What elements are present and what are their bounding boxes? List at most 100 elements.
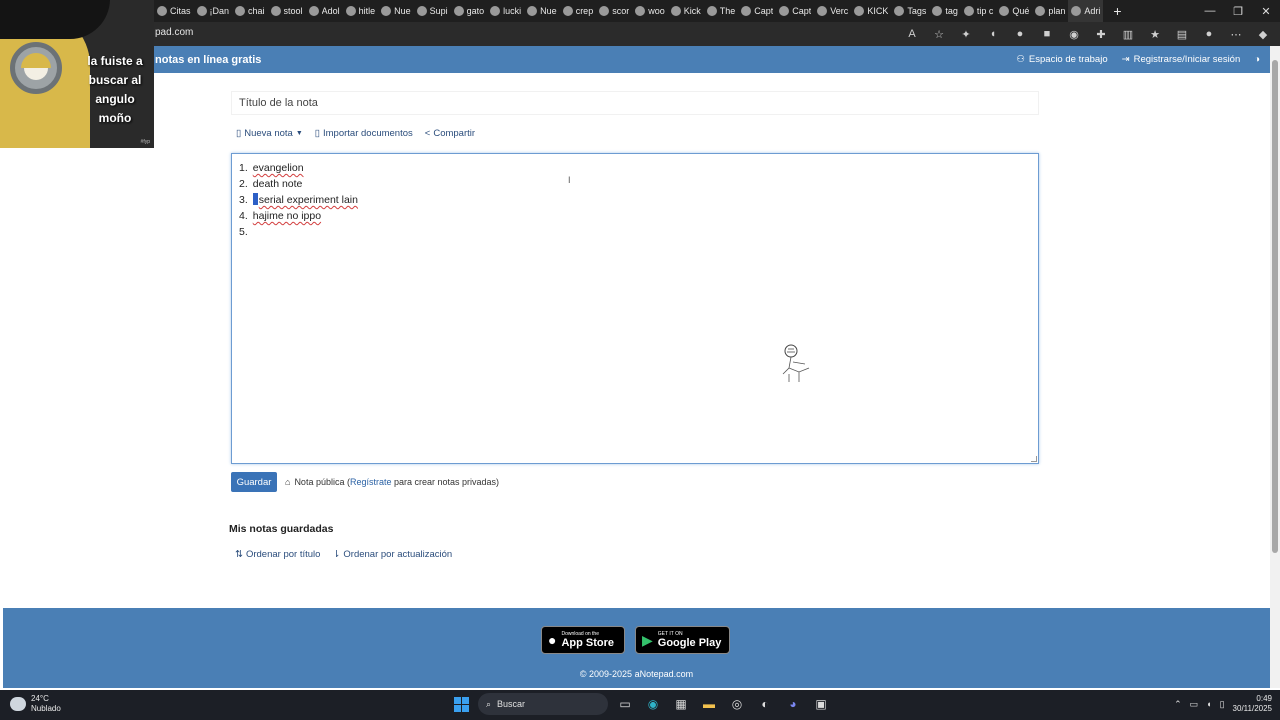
more-menu-icon[interactable]: ⋯ xyxy=(1227,25,1245,43)
browser-tab[interactable]: The xyxy=(704,0,739,22)
close-window-button[interactable]: ✕ xyxy=(1252,0,1280,22)
extension-icon[interactable]: ◉ xyxy=(1065,25,1083,43)
browser-tab[interactable]: Nue xyxy=(378,0,414,22)
browser-tab[interactable]: Capt xyxy=(738,0,776,22)
workspace-link[interactable]: ⚇ Espacio de trabajo xyxy=(1016,54,1107,65)
new-tab-button[interactable]: + xyxy=(1113,3,1121,19)
extension-icon[interactable]: ✦ xyxy=(957,25,975,43)
start-button[interactable] xyxy=(450,693,472,715)
url-field[interactable]: pad.com xyxy=(155,27,193,38)
extensions-puzzle-icon[interactable]: ✚ xyxy=(1092,25,1110,43)
task-view-icon[interactable]: ▭ xyxy=(614,693,636,715)
profile-avatar-icon[interactable]: ● xyxy=(1200,25,1218,43)
saved-notes-title: Mis notas guardadas xyxy=(229,523,334,535)
battery-icon[interactable]: ▯ xyxy=(1220,699,1225,710)
weather-widget[interactable]: 24°C Nublado xyxy=(10,694,61,714)
tab-favicon-icon xyxy=(854,6,865,16)
caret-down-icon: ▼ xyxy=(295,130,303,137)
browser-tab[interactable]: hitle xyxy=(343,0,379,22)
browser-tab[interactable]: Adol xyxy=(306,0,343,22)
copilot-icon[interactable]: ◆ xyxy=(1254,25,1272,43)
browser-tab[interactable]: Qué xyxy=(996,0,1032,22)
tab-label: woo xyxy=(648,6,665,16)
note-line: 1. evangelion xyxy=(239,160,358,176)
browser-tab[interactable]: Supi xyxy=(414,0,451,22)
site-footer: ● Download on the App Store ▶ GET IT ON Go… xyxy=(3,608,1270,688)
tab-favicon-icon xyxy=(562,6,573,16)
browser-tab[interactable]: Kick xyxy=(668,0,704,22)
share-icon: < xyxy=(424,128,431,139)
import-documents-button[interactable]: ▯ Importar documentos xyxy=(315,128,413,139)
terminal-app-icon[interactable]: ▣ xyxy=(810,693,832,715)
extension-icon[interactable]: ● xyxy=(1011,25,1029,43)
volume-icon[interactable]: ◖ xyxy=(1206,699,1211,709)
tab-favicon-icon xyxy=(779,6,790,16)
taskbar-search[interactable]: ⌕ Buscar xyxy=(478,693,608,715)
browser-tab[interactable]: plan xyxy=(1032,0,1068,22)
tab-favicon-icon xyxy=(1071,6,1082,16)
browser-tab[interactable]: Verc xyxy=(814,0,851,22)
collections-icon[interactable]: ▤ xyxy=(1173,25,1191,43)
theme-toggle[interactable]: ◑ xyxy=(1254,54,1260,65)
browser-tab[interactable]: chai xyxy=(232,0,268,22)
login-link[interactable]: ⇥ Registrarse/Iniciar sesión xyxy=(1122,54,1241,65)
edge-browser-icon[interactable]: ◉ xyxy=(642,693,664,715)
favorites-icon[interactable]: ★ xyxy=(1146,25,1164,43)
browser-tab[interactable]: Capt xyxy=(776,0,814,22)
favorite-star-icon[interactable]: ☆ xyxy=(930,25,948,43)
file-explorer-icon[interactable]: ▬ xyxy=(698,693,720,715)
hood-shape xyxy=(0,0,110,39)
line-number: 4. xyxy=(239,210,248,222)
clock[interactable]: 0:49 30/11/2025 xyxy=(1233,694,1272,714)
share-button[interactable]: < Compartir xyxy=(425,128,475,139)
browser-tab[interactable]: tip c xyxy=(961,0,997,22)
browser-tab[interactable]: crep xyxy=(560,0,597,22)
read-aloud-icon[interactable]: A xyxy=(903,25,921,43)
new-note-button[interactable]: ▯ Nueva nota ▼ xyxy=(236,128,303,139)
extension-icon[interactable]: ◖ xyxy=(984,25,1002,43)
browser-tab[interactable]: Adri xyxy=(1068,0,1104,22)
browser-tab[interactable]: lucki xyxy=(487,0,524,22)
google-play-badge[interactable]: ▶ GET IT ON Google Play xyxy=(635,626,730,654)
browser-tab-strip: Citas ¡Dan chai stool Adol hitle Nue Supi gato lu… xyxy=(0,0,1280,22)
line-number: 5. xyxy=(239,226,248,238)
app-store-badge[interactable]: ● Download on the App Store xyxy=(541,626,625,654)
browser-tab[interactable]: Tags xyxy=(891,0,929,22)
discord-icon[interactable]: ◕ xyxy=(782,693,804,715)
browser-tab[interactable]: woo xyxy=(632,0,668,22)
extension-icon[interactable]: ■ xyxy=(1038,25,1056,43)
text-cursor-icon: I xyxy=(568,175,571,185)
chrome-icon[interactable]: ◎ xyxy=(726,693,748,715)
browser-tab[interactable]: tag xyxy=(929,0,961,22)
maximize-button[interactable]: ❐ xyxy=(1224,0,1252,22)
browser-tab[interactable]: Citas xyxy=(154,0,194,22)
chevron-up-icon[interactable]: ⌃ xyxy=(1174,699,1182,710)
sort-by-update-link[interactable]: ⇂ Ordenar por actualización xyxy=(332,549,452,560)
save-row: Guardar ⌂ Nota pública (Regístrate para … xyxy=(231,472,499,492)
sort-by-title-link[interactable]: ⇅ Ordenar por título xyxy=(235,549,320,560)
resize-handle[interactable] xyxy=(1031,456,1037,462)
browser-tab[interactable]: scor xyxy=(596,0,632,22)
login-icon: ⇥ xyxy=(1121,54,1130,65)
site-brand[interactable]: notas en línea gratis xyxy=(155,54,261,66)
split-screen-icon[interactable]: ▥ xyxy=(1119,25,1137,43)
browser-tab[interactable]: KICK xyxy=(851,0,891,22)
tab-favicon-icon xyxy=(817,6,828,16)
save-button[interactable]: Guardar xyxy=(231,472,277,492)
browser-tab[interactable]: ¡Dan xyxy=(194,0,233,22)
windows-taskbar: 24°C Nublado ⌕ Buscar ▭ ◉ ▦ ▬ ◎ ◐ ◕ ▣ ⌃ ▭ … xyxy=(0,690,1280,720)
browser-toolbar-icons: A ☆ ✦ ◖ ● ■ ◉ ✚ ▥ ★ ▤ ● ⋯ ◆ xyxy=(903,25,1272,43)
register-link[interactable]: Regístrate xyxy=(350,477,392,487)
minimize-button[interactable]: — xyxy=(1196,0,1224,22)
scrollbar-thumb[interactable] xyxy=(1272,60,1278,553)
browser-tab[interactable]: Nue xyxy=(524,0,560,22)
window-controls: — ❐ ✕ xyxy=(1196,0,1280,22)
browser-tab[interactable]: stool xyxy=(268,0,306,22)
store-app-icon[interactable]: ▦ xyxy=(670,693,692,715)
steam-icon[interactable]: ◐ xyxy=(754,693,776,715)
note-editor[interactable]: 1. evangelion 2. death note 3. serial experim… xyxy=(231,153,1039,464)
weather-condition: Nublado xyxy=(31,704,61,713)
note-title-input[interactable]: Título de la nota xyxy=(231,91,1039,115)
network-icon[interactable]: ▭ xyxy=(1190,699,1199,710)
browser-tab[interactable]: gato xyxy=(451,0,488,22)
